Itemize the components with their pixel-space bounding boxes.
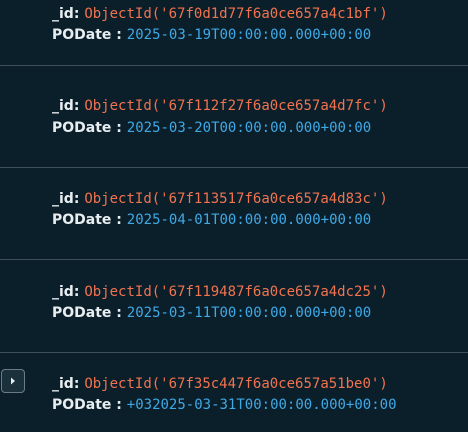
date-value[interactable]: 2025-03-20T00:00:00.000+00:00: [127, 120, 371, 136]
document-divider: [0, 352, 468, 353]
colon: :: [73, 284, 85, 300]
date-value[interactable]: 2025-04-01T00:00:00.000+00:00: [127, 212, 371, 228]
colon: :: [111, 120, 127, 136]
colon: :: [73, 376, 85, 392]
colon: :: [73, 98, 85, 114]
doc-2-date-row: PODate : 2025-03-20T00:00:00.000+00:00: [52, 118, 371, 138]
colon: :: [111, 305, 127, 321]
field-key: _id: [52, 98, 74, 114]
doc-5-id-row: _id: ObjectId('67f35c447f6a0ce657a51be0'…: [52, 374, 388, 394]
date-value[interactable]: 2025-03-19T00:00:00.000+00:00: [127, 27, 371, 43]
doc-4-date-row: PODate : 2025-03-11T00:00:00.000+00:00: [52, 303, 371, 323]
date-value[interactable]: 2025-03-11T00:00:00.000+00:00: [127, 305, 371, 321]
doc-3-date-row: PODate : 2025-04-01T00:00:00.000+00:00: [52, 210, 371, 230]
colon: :: [73, 6, 85, 22]
object-id-value[interactable]: ObjectId('67f113517f6a0ce657a4d83c'): [84, 191, 387, 207]
colon: :: [73, 191, 85, 207]
colon: :: [111, 212, 127, 228]
object-id-value[interactable]: ObjectId('67f112f27f6a0ce657a4d7fc'): [84, 98, 387, 114]
doc-1-date-row: PODate : 2025-03-19T00:00:00.000+00:00: [52, 25, 371, 45]
colon: :: [111, 27, 127, 43]
field-key: PODate: [52, 305, 112, 321]
field-key: PODate: [52, 27, 112, 43]
chevron-right-icon: [11, 377, 15, 385]
field-key: _id: [52, 191, 74, 207]
doc-5-date-row: PODate : +032025-03-31T00:00:00.000+00:0…: [52, 395, 397, 415]
document-divider: [0, 259, 468, 260]
doc-2-id-row: _id: ObjectId('67f112f27f6a0ce657a4d7fc'…: [52, 96, 388, 116]
field-key: PODate: [52, 212, 112, 228]
field-key: PODate: [52, 120, 112, 136]
document-divider: [0, 167, 468, 168]
object-id-value[interactable]: ObjectId('67f119487f6a0ce657a4dc25'): [84, 284, 387, 300]
field-key: _id: [52, 6, 74, 22]
field-key: _id: [52, 376, 74, 392]
doc-1-id-row: _id: ObjectId('67f0d1d77f6a0ce657a4c1bf'…: [52, 4, 388, 24]
object-id-value[interactable]: ObjectId('67f35c447f6a0ce657a51be0'): [84, 376, 387, 392]
doc-3-id-row: _id: ObjectId('67f113517f6a0ce657a4d83c'…: [52, 189, 388, 209]
object-id-value[interactable]: ObjectId('67f0d1d77f6a0ce657a4c1bf'): [84, 6, 387, 22]
date-value[interactable]: +032025-03-31T00:00:00.000+00:00: [127, 397, 397, 413]
doc-4-id-row: _id: ObjectId('67f119487f6a0ce657a4dc25'…: [52, 282, 388, 302]
field-key: PODate: [52, 397, 112, 413]
document-divider: [0, 65, 468, 66]
field-key: _id: [52, 284, 74, 300]
expand-document-button[interactable]: [1, 369, 25, 393]
colon: :: [111, 397, 127, 413]
